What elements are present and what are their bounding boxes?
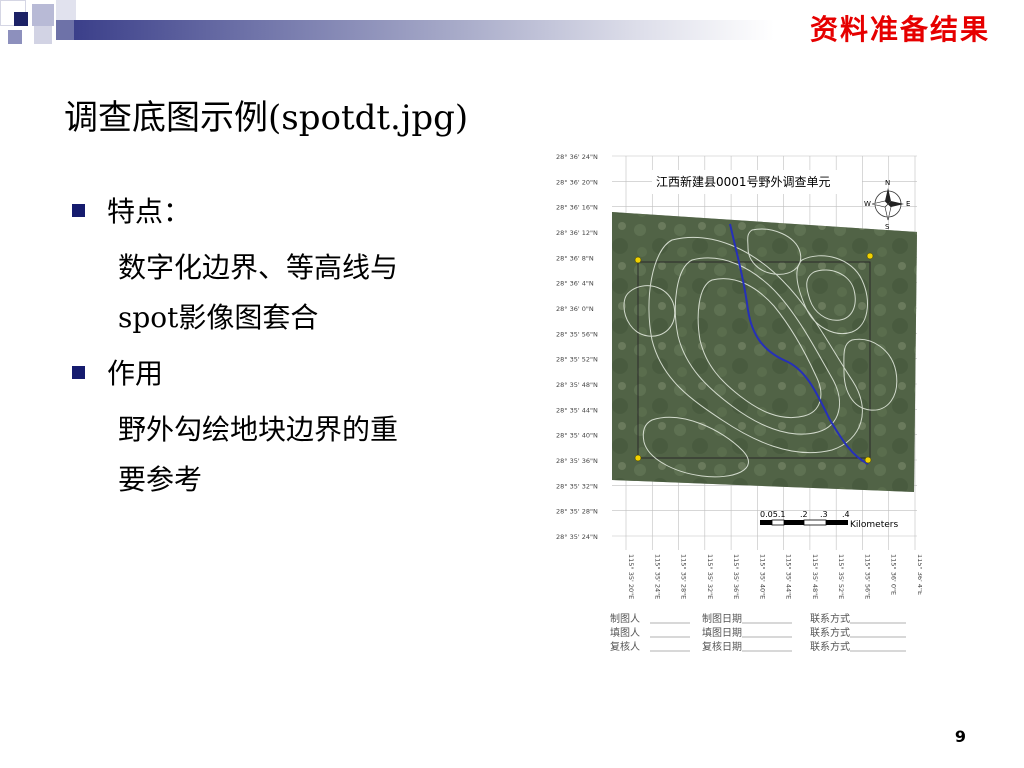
latitude-label: 28° 36' 0"N [556,305,594,313]
latitude-label: 28° 36' 12"N [556,229,598,237]
latitude-label: 28° 35' 36"N [556,457,598,465]
latitude-label: 28° 36' 20"N [556,178,598,186]
longitude-label: 115° 35' 48"E [811,554,819,599]
longitude-label: 115° 35' 44"E [785,554,793,599]
latitude-label: 28° 35' 44"N [556,406,598,414]
latitude-labels: 28° 36' 24"N 28° 36' 20"N 28° 36' 16"N 28° … [556,153,598,541]
longitude-label: 115° 35' 32"E [706,554,714,599]
compass-s: S [885,223,890,231]
signature-table: 制图人 制图日期 联系方式填图人 填图日期 联系方式复核人 复核日期 联系方式 [610,612,906,653]
survey-base-map: 江西新建县0001号野外调查单元 N S W E 0.05.1 .2 .3 .4… [552,140,924,660]
scale-label: .4 [842,510,850,519]
scale-label: 0.05.1 [760,510,785,519]
scale-label: .2 [800,510,808,519]
latitude-label: 28° 35' 24"N [556,533,598,541]
section-title: 资料准备结果 [809,13,990,46]
deco-square [8,30,22,44]
latitude-label: 28° 35' 32"N [556,482,598,490]
scale-bar: 0.05.1 .2 .3 .4 Kilometers [760,510,898,530]
bullet-item: 作用 [72,352,163,392]
bullet-text-line: spot影像图套合 [118,301,319,334]
compass-n: N [885,179,890,187]
deco-square [56,20,74,40]
longitude-label: 115° 35' 36"E [732,554,740,599]
header-gradient-bar [74,20,774,40]
signature-field-label: 制图人 [610,612,640,625]
signature-field-label: 联系方式 [810,626,850,639]
longitude-label: 115° 35' 20"E [627,554,635,599]
corner-marker-icon [866,252,874,260]
bullet-text-line: 数字化边界、等高线与 [118,251,399,284]
slide-title: 调查底图示例(spotdt.jpg) [64,98,469,138]
bullet-square-icon [72,204,85,217]
signature-field-label: 复核人 [610,640,640,653]
page-number: 9 [954,727,966,746]
latitude-label: 28° 36' 4"N [556,280,594,288]
deco-square [32,4,54,26]
signature-field-label: 联系方式 [810,612,850,625]
latitude-label: 28° 35' 48"N [556,381,598,389]
bullet-text-line: 要参考 [118,463,203,496]
deco-square [34,26,52,44]
deco-square [14,12,28,26]
bullet-square-icon [72,366,85,379]
signature-field-label: 制图日期 [702,612,742,625]
longitude-label: 115° 35' 56"E [863,554,871,599]
map-title: 江西新建县0001号野外调查单元 [656,174,831,189]
scale-unit: Kilometers [850,520,898,530]
bullet-label: 特点： [107,195,192,228]
deco-square [56,0,76,20]
signature-field-label: 填图人 [610,626,640,639]
signature-field-label: 复核日期 [702,640,742,653]
survey-map-svg: 江西新建县0001号野外调查单元 N S W E 0.05.1 .2 .3 .4… [556,153,924,653]
compass-e: E [906,200,910,208]
longitude-label: 115° 36' 4"E [916,554,922,595]
longitude-label: 115° 35' 52"E [837,554,845,599]
latitude-label: 28° 36' 16"N [556,204,598,212]
latitude-label: 28° 35' 56"N [556,330,598,338]
latitude-label: 28° 36' 24"N [556,153,598,161]
latitude-label: 28° 36' 8"N [556,254,594,262]
bullet-label: 作用 [107,357,164,390]
bullet-text-line: 野外勾绘地块边界的重 [118,413,399,446]
corner-marker-icon [864,456,872,464]
corner-marker-icon [634,256,642,264]
longitude-label: 115° 35' 40"E [758,554,766,599]
longitude-label: 115° 36' 0"E [890,554,898,595]
scale-label: .3 [820,510,828,519]
compass-rose-icon: N S W E [864,179,910,231]
latitude-label: 28° 35' 28"N [556,508,598,516]
corner-marker-icon [634,454,642,462]
longitude-labels: 115° 35' 20"E 115° 35' 24"E 115° 35' 28"E 1… [627,554,924,599]
latitude-label: 28° 35' 52"N [556,356,598,364]
longitude-label: 115° 35' 24"E [653,554,661,599]
signature-field-label: 填图日期 [702,626,742,639]
bullet-item: 特点： [72,190,191,230]
latitude-label: 28° 35' 40"N [556,432,598,440]
compass-w: W [864,200,871,208]
signature-field-label: 联系方式 [810,640,850,653]
longitude-label: 115° 35' 28"E [680,554,688,599]
